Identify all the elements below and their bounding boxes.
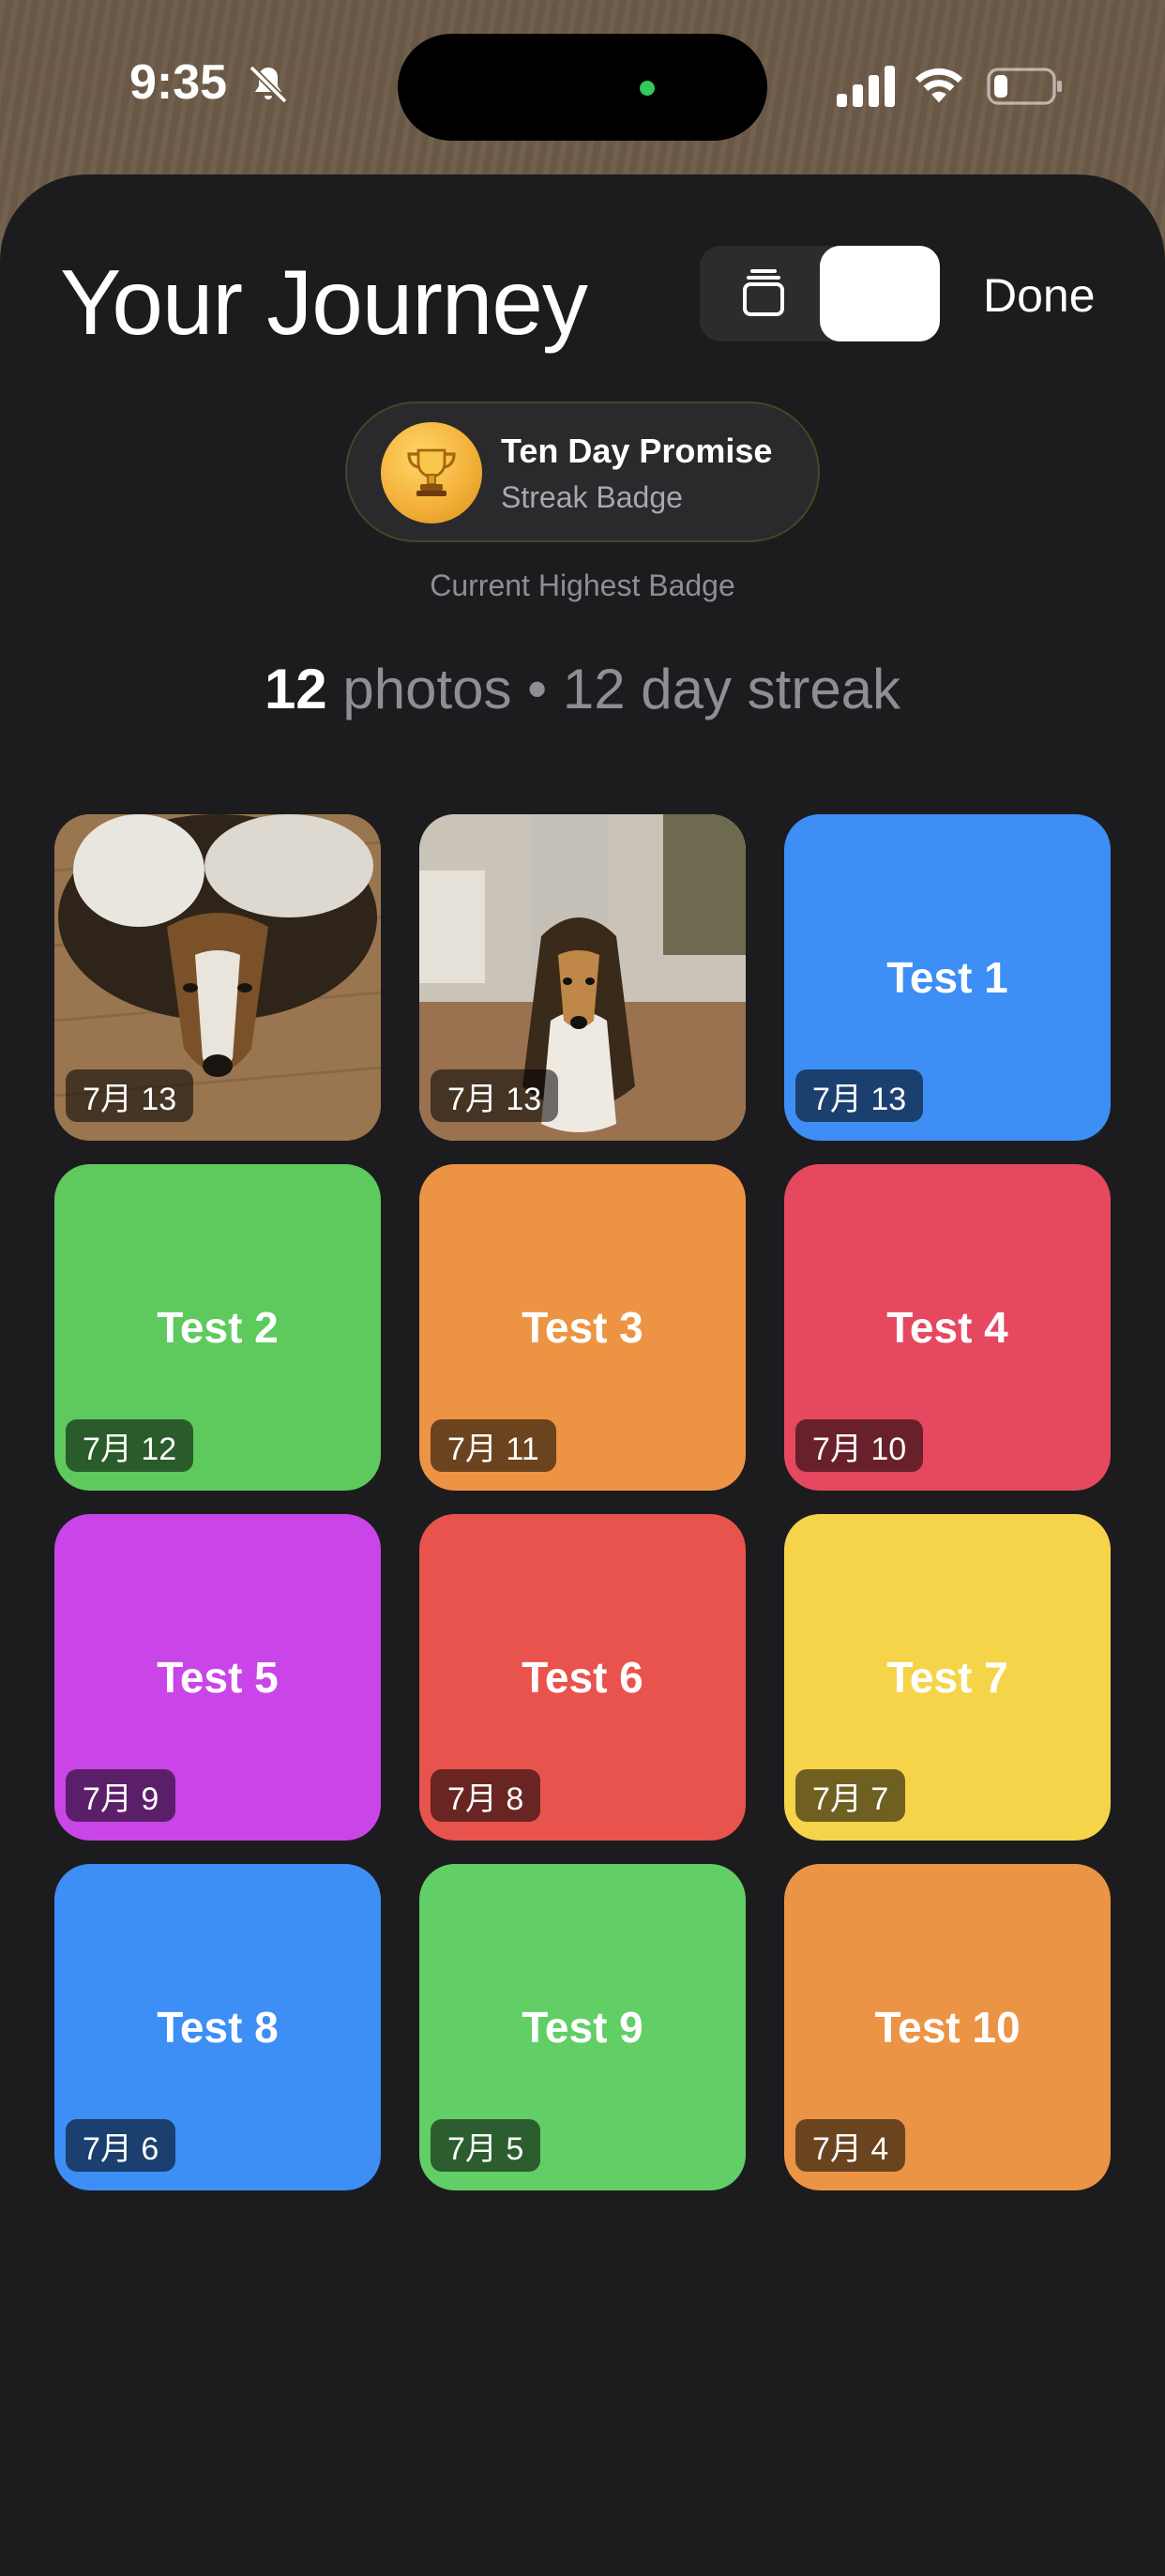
tile-label: Test 9	[522, 2003, 643, 2052]
bell-slash-icon	[249, 65, 288, 104]
journal-tile[interactable]: Test 6 7月 8	[419, 1514, 746, 1841]
date-chip: 7月 8	[431, 1769, 541, 1822]
tile-label: Test 3	[522, 1303, 643, 1352]
journal-tile[interactable]: Test 9 7月 5	[419, 1864, 746, 2190]
photo-tile[interactable]: 7月 13	[54, 814, 381, 1141]
grid-view-button[interactable]	[820, 246, 940, 341]
journal-tile[interactable]: Test 5 7月 9	[54, 1514, 381, 1841]
view-mode-toggle[interactable]	[700, 246, 940, 341]
wifi-icon	[915, 68, 963, 103]
journal-tile[interactable]: Test 2 7月 12	[54, 1164, 381, 1491]
done-button[interactable]: Done	[983, 268, 1096, 323]
journal-tile[interactable]: Test 8 7月 6	[54, 1864, 381, 2190]
streak-stats: 12 photos • 12 day streak	[0, 657, 1165, 721]
journal-tile[interactable]: Test 4 7月 10	[784, 1164, 1111, 1491]
date-chip: 7月 11	[431, 1419, 556, 1472]
date-chip: 7月 13	[795, 1069, 924, 1122]
tile-label: Test 8	[157, 2003, 279, 2052]
stack-icon	[743, 269, 784, 316]
trophy-icon	[407, 448, 456, 496]
tile-label: Test 6	[522, 1653, 643, 1702]
tile-label: Test 10	[874, 2003, 1021, 2052]
date-chip: 7月 10	[795, 1419, 924, 1472]
photo-tile[interactable]: 7月 13	[419, 814, 746, 1141]
photo-count: 12	[264, 658, 327, 720]
journal-tile[interactable]: Test 1 7月 13	[784, 814, 1111, 1141]
cellular-signal-icon	[837, 66, 895, 107]
tile-label: Test 1	[886, 953, 1008, 1002]
date-chip: 7月 13	[66, 1069, 194, 1122]
highest-badge[interactable]: Ten Day Promise Streak Badge	[345, 402, 820, 542]
tile-label: Test 4	[886, 1303, 1008, 1352]
date-chip: 7月 13	[431, 1069, 559, 1122]
badge-medal	[381, 422, 482, 523]
date-chip: 7月 6	[66, 2119, 176, 2172]
badge-caption: Current Highest Badge	[430, 568, 735, 602]
badge-type: Streak Badge	[501, 480, 683, 514]
date-chip: 7月 7	[795, 1769, 906, 1822]
stack-view-button[interactable]	[719, 259, 809, 328]
tile-label: Test 2	[157, 1303, 279, 1352]
status-time: 9:35	[129, 55, 228, 110]
dynamic-island	[398, 34, 767, 141]
stats-text: photos • 12 day streak	[326, 658, 901, 720]
status-bar: 9:35	[0, 0, 1165, 169]
date-chip: 7月 5	[431, 2119, 541, 2172]
badge-name: Ten Day Promise	[501, 432, 773, 470]
date-chip: 7月 9	[66, 1769, 176, 1822]
journal-tile[interactable]: Test 7 7月 7	[784, 1514, 1111, 1841]
page-title: Your Journey	[60, 250, 588, 354]
battery-icon	[987, 68, 1062, 105]
camera-indicator-dot	[640, 81, 655, 96]
date-chip: 7月 12	[66, 1419, 194, 1472]
journal-tile[interactable]: Test 10 7月 4	[784, 1864, 1111, 2190]
date-chip: 7月 4	[795, 2119, 906, 2172]
journal-tile[interactable]: Test 3 7月 11	[419, 1164, 746, 1491]
tile-label: Test 5	[157, 1653, 279, 1702]
tile-label: Test 7	[886, 1653, 1008, 1702]
